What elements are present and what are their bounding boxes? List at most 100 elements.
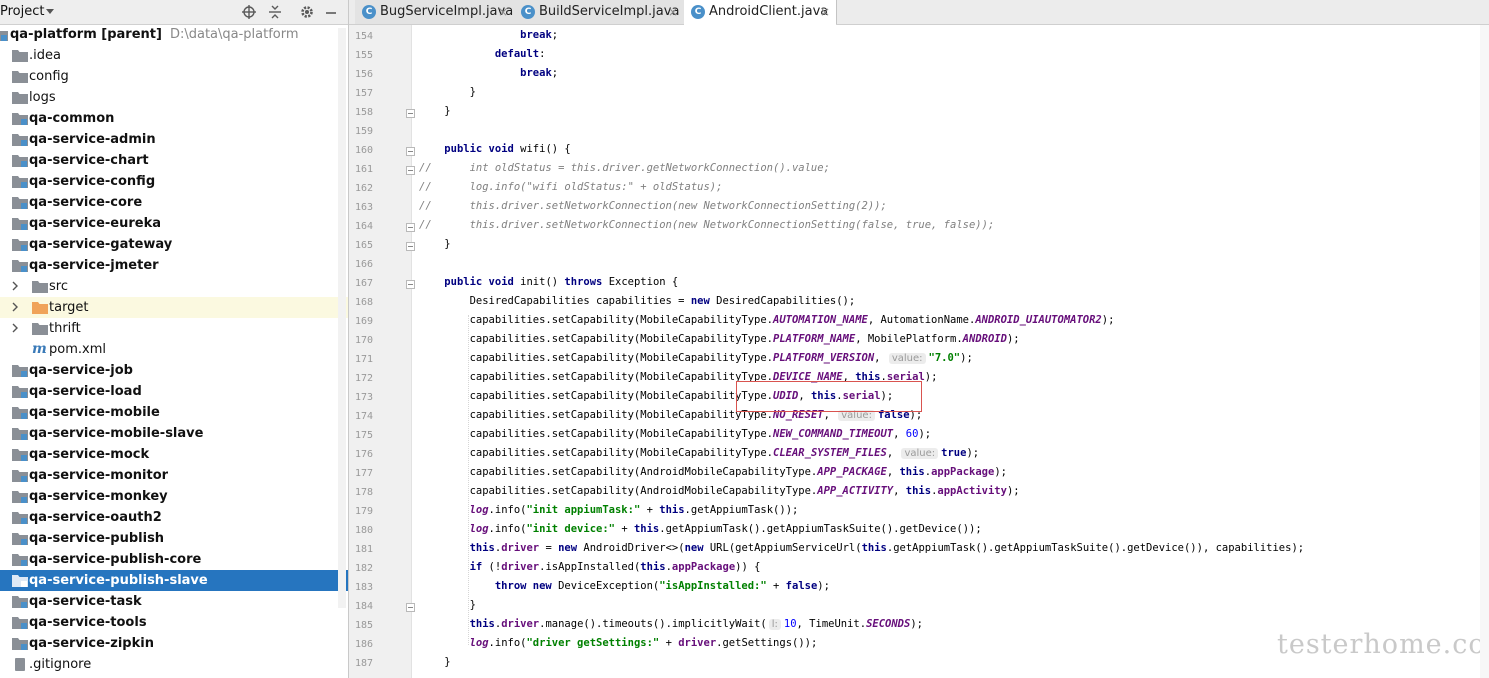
module-folder-icon: [12, 575, 28, 587]
tree-item[interactable]: qa-service-monitor: [0, 465, 348, 486]
tree-item[interactable]: qa-service-gateway: [0, 234, 348, 255]
tree-item[interactable]: logs: [0, 87, 348, 108]
code-token: );: [1006, 333, 1020, 345]
code-line: break;: [419, 67, 558, 79]
code-token: break: [520, 29, 552, 41]
code-token: this: [640, 561, 666, 573]
line-number: 170: [354, 335, 373, 346]
tree-item[interactable]: qa-common: [0, 108, 348, 129]
project-view-selector[interactable]: Project: [0, 4, 44, 19]
locate-icon[interactable]: [241, 4, 257, 20]
tree-item[interactable]: qa-service-config: [0, 171, 348, 192]
tree-item[interactable]: config: [0, 66, 348, 87]
tree-item-label: qa-service-mobile: [29, 402, 160, 423]
chevron-right-icon[interactable]: [10, 281, 20, 291]
tree-item-name: qa-service-publish-core: [29, 552, 202, 567]
tree-item[interactable]: qa-service-job: [0, 360, 348, 381]
project-tool-window: Project qa-platform [parent] D:\data\qa-p…: [0, 0, 349, 678]
tree-item[interactable]: qa-service-oauth2: [0, 507, 348, 528]
tree-item[interactable]: src: [0, 276, 348, 297]
code-token: log: [469, 504, 489, 516]
tree-item[interactable]: qa-service-load: [0, 381, 348, 402]
fold-marker-icon[interactable]: [406, 223, 415, 232]
fold-marker-icon[interactable]: [406, 242, 415, 251]
close-icon[interactable]: ×: [820, 0, 830, 24]
tree-item[interactable]: thrift: [0, 318, 348, 339]
fold-marker-icon[interactable]: [406, 109, 415, 118]
tree-item[interactable]: qa-service-tools: [0, 612, 348, 633]
chevron-right-icon[interactable]: [10, 302, 20, 312]
fold-marker-icon[interactable]: [406, 603, 415, 612]
code-token: );: [1101, 314, 1115, 326]
chevron-down-icon[interactable]: [46, 9, 54, 14]
code-token: }: [419, 238, 451, 250]
chevron-right-icon[interactable]: [10, 323, 20, 333]
tree-item[interactable]: .idea: [0, 45, 348, 66]
fold-marker-icon[interactable]: [406, 280, 415, 289]
editor-tab[interactable]: C BugServiceImpl.java ×: [355, 0, 515, 24]
tree-item[interactable]: qa-service-mock: [0, 444, 348, 465]
module-folder-icon: [12, 617, 28, 629]
code-line: default:: [419, 48, 546, 60]
tree-item[interactable]: m pom.xml: [0, 339, 348, 360]
tree-item[interactable]: qa-service-monkey: [0, 486, 348, 507]
tree-item[interactable]: qa-service-publish: [0, 528, 348, 549]
module-folder-icon: [12, 197, 28, 209]
indent-guide: [468, 315, 470, 645]
editor-scrollbar[interactable]: [1480, 25, 1489, 678]
fold-marker-icon[interactable]: [406, 166, 415, 175]
tree-item[interactable]: qa-service-eureka: [0, 213, 348, 234]
module-folder-icon: [12, 155, 28, 167]
code-line: }: [419, 238, 451, 250]
tree-item-label: .gitignore: [29, 654, 91, 675]
tree-item-label: qa-service-chart: [29, 150, 149, 171]
code-line: public void wifi() {: [419, 143, 570, 155]
tree-item[interactable]: qa-platform [parent] D:\data\qa-platform: [0, 24, 348, 45]
code-token: );: [960, 352, 973, 364]
tree-item[interactable]: qa-service-mobile: [0, 402, 348, 423]
tree-item[interactable]: qa-service-publish-slave: [0, 570, 348, 591]
module-folder-icon: [12, 134, 28, 146]
tree-item[interactable]: qa-service-jmeter: [0, 255, 348, 276]
gear-icon[interactable]: [299, 4, 315, 20]
collapse-all-icon[interactable]: [267, 4, 283, 20]
tree-item-name: .gitignore: [29, 657, 92, 672]
tree-item[interactable]: qa-service-mobile-slave: [0, 423, 348, 444]
tree-item-name: src: [49, 279, 68, 294]
code-token: NEW_COMMAND_TIMEOUT: [773, 428, 894, 440]
tree-item[interactable]: qa-service-zipkin: [0, 633, 348, 654]
code-token: false: [785, 580, 818, 592]
tree-item[interactable]: target: [0, 297, 348, 318]
code-token: capabilities.setCapability(MobileCapabil…: [419, 409, 774, 421]
close-icon[interactable]: ×: [498, 0, 508, 24]
tree-item[interactable]: qa-service-chart: [0, 150, 348, 171]
tree-scrollbar[interactable]: [338, 28, 346, 608]
tree-item[interactable]: qa-service-publish-core: [0, 549, 348, 570]
code-editor[interactable]: 154 155 156 157 158 159 160 161 162 163 164 165 166 1…: [349, 25, 1489, 678]
tree-item-name: qa-service-chart: [29, 153, 149, 168]
hide-panel-icon[interactable]: [323, 4, 339, 20]
code-token: );: [966, 447, 980, 459]
tree-item-name: qa-service-mobile-slave: [29, 426, 204, 441]
tree-item[interactable]: qa-service-core: [0, 192, 348, 213]
fold-marker-icon[interactable]: [406, 147, 415, 156]
tree-item-name: qa-service-mobile: [29, 405, 160, 420]
tree-item-label: qa-service-load: [29, 381, 142, 402]
code-token: )) {: [735, 561, 761, 573]
maven-icon: m: [32, 341, 47, 357]
line-number: 158: [354, 107, 373, 118]
editor-tab[interactable]: C AndroidClient.java ×: [684, 0, 837, 26]
tree-item[interactable]: .gitignore: [0, 654, 348, 675]
code-token: +: [615, 523, 634, 535]
code-token: 10: [783, 618, 797, 630]
editor-tab[interactable]: C BuildServiceImpl.java ×: [514, 0, 685, 24]
line-number: 175: [354, 430, 373, 441]
tree-item[interactable]: qa-service-admin: [0, 129, 348, 150]
module-folder-icon: [12, 239, 28, 251]
close-icon[interactable]: ×: [668, 0, 678, 24]
line-number: 154: [354, 31, 373, 42]
tree-item[interactable]: qa-service-task: [0, 591, 348, 612]
